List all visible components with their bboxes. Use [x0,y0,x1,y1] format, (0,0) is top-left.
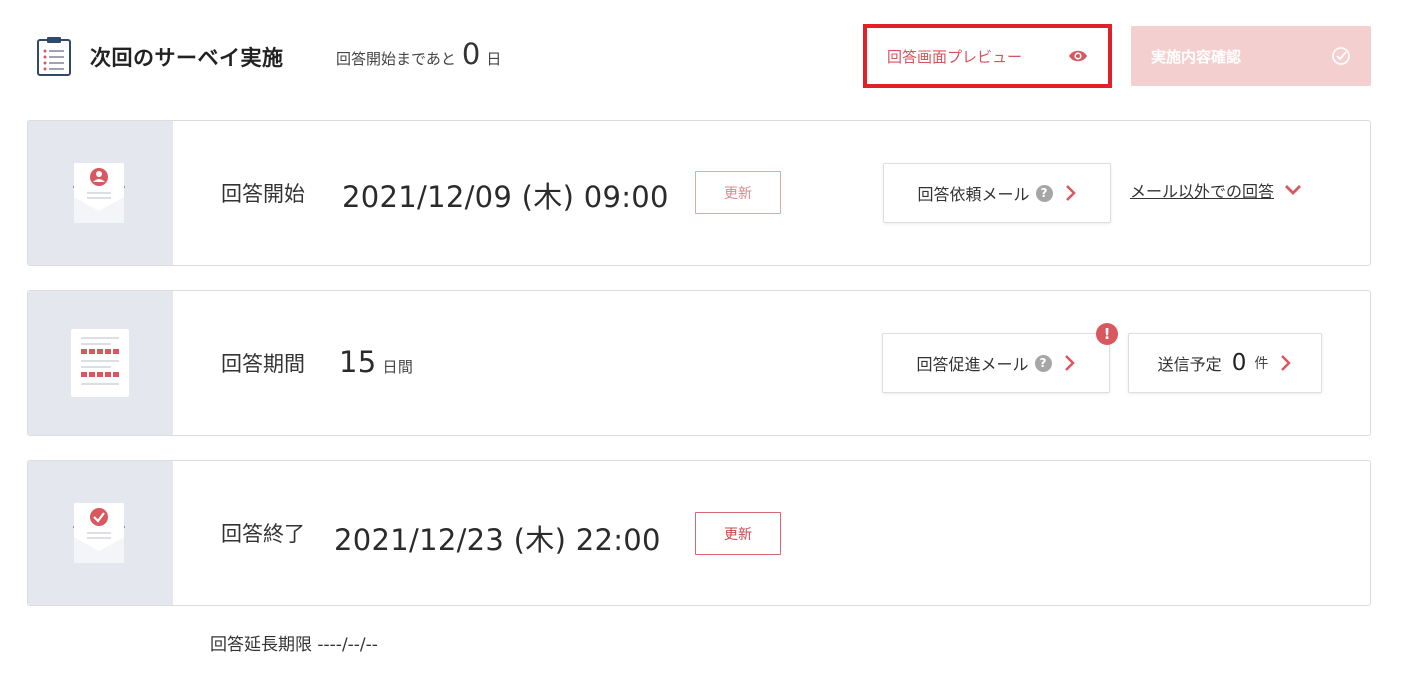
start-card: 回答開始 2021/12/09 (木) 09:00 更新 回答依頼メール ? メ… [27,120,1371,266]
reminder-mail-button[interactable]: 回答促進メール ? [882,333,1110,393]
reminder-mail-label: 回答促進メール [916,355,1029,374]
period-card-side [28,291,173,435]
end-label: 回答終了 [221,522,305,546]
period-unit: 日間 [382,358,414,376]
countdown-unit: 日 [486,50,502,68]
other-answer-label: メール以外での回答 [1130,182,1275,201]
form-document-icon [71,329,129,397]
chevron-right-icon [1281,355,1292,371]
scheduled-send-button[interactable]: 送信予定 0 件 [1128,333,1322,393]
chevron-right-icon [1065,185,1076,201]
end-datetime: 2021/12/23 (木) 22:00 [334,523,661,557]
start-label: 回答開始 [221,182,305,206]
help-icon[interactable]: ? [1035,184,1053,202]
period-value: 15 [339,345,377,379]
start-datetime: 2021/12/09 (木) 09:00 [342,180,669,214]
end-card: 回答終了 2021/12/23 (木) 22:00 更新 [27,460,1371,606]
request-mail-button[interactable]: 回答依頼メール ? [883,163,1111,223]
start-update-button[interactable]: 更新 [695,171,781,214]
countdown: 回答開始まであと 0 日 [336,40,501,69]
clipboard-icon [37,37,71,76]
confirm-button[interactable]: 実施内容確認 [1131,26,1371,86]
preview-button[interactable]: 回答画面プレビュー [863,24,1112,88]
countdown-prefix: 回答開始まであと [336,50,456,68]
scheduled-unit: 件 [1254,356,1269,372]
scheduled-count: 0 [1231,350,1247,376]
preview-button-label: 回答画面プレビュー [887,47,1023,66]
end-update-button[interactable]: 更新 [695,512,781,555]
check-circle-icon [1332,47,1350,65]
period-card: 回答期間 15 日間 回答促進メール ? ! 送信予定 0 件 [27,290,1371,436]
help-icon[interactable]: ? [1034,354,1052,372]
page-title: 次回のサーベイ実施 [90,46,284,70]
envelope-person-icon [73,163,125,223]
confirm-button-label: 実施内容確認 [1151,47,1242,66]
period-label: 回答期間 [221,352,305,376]
end-card-side [28,461,173,605]
scheduled-send-label: 送信予定 [1157,355,1222,374]
chevron-right-icon [1064,355,1075,371]
countdown-value: 0 [461,37,481,71]
envelope-check-icon [73,503,125,563]
other-answer-link[interactable]: メール以外での回答 [1130,178,1302,202]
survey-schedule-page: 次回のサーベイ実施 回答開始まであと 0 日 回答画面プレビュー 実施内容確認 [0,0,1425,689]
eye-icon [1069,50,1087,62]
extension-deadline: 回答延長期限 ----/--/-- [210,635,378,655]
request-mail-label: 回答依頼メール [917,185,1030,204]
period-value-row: 15 日間 [339,345,413,379]
chevron-down-icon [1285,185,1302,195]
start-card-side [28,121,173,265]
alert-icon: ! [1096,323,1118,345]
